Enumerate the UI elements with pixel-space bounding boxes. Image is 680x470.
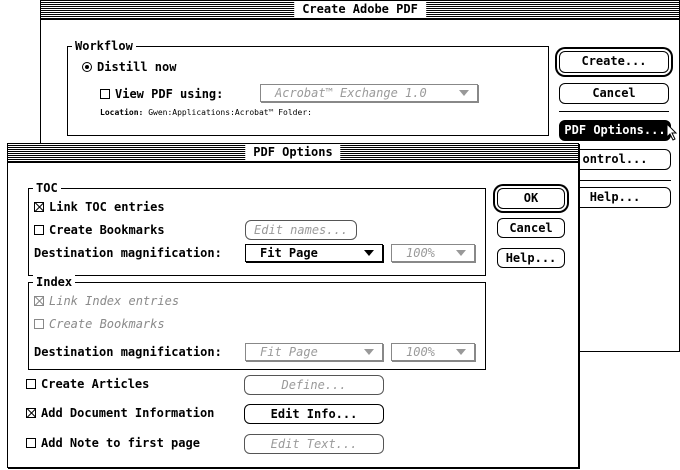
toc-legend: TOC xyxy=(33,180,61,196)
pdf-options-dialog: PDF Options TOC Link TOC entries Create … xyxy=(7,143,579,468)
index-zoom-select[interactable]: 100% xyxy=(391,343,475,361)
distill-now-radio[interactable]: Distill now xyxy=(82,59,176,75)
add-note-checkbox[interactable]: Add Note to first page xyxy=(26,435,200,451)
index-legend: Index xyxy=(33,274,76,290)
edit-names-button[interactable]: Edit names... xyxy=(245,220,357,240)
radio-icon xyxy=(82,62,92,72)
create-button[interactable]: Create... xyxy=(559,51,669,73)
chevron-down-icon xyxy=(364,250,374,256)
toc-zoom-value: 100% xyxy=(406,246,435,260)
toc-dest-select[interactable]: Fit Page xyxy=(245,244,383,262)
view-app-value: Acrobat™ Exchange 1.0 xyxy=(275,86,427,100)
checkbox-icon xyxy=(34,319,44,329)
index-bookmarks-label: Create Bookmarks xyxy=(49,317,165,331)
location-label: Location: xyxy=(100,108,144,117)
create-articles-label: Create Articles xyxy=(41,377,150,391)
view-app-select[interactable]: Acrobat™ Exchange 1.0 xyxy=(260,84,478,102)
toc-group: TOC Link TOC entries Create Bookmarks Ed… xyxy=(28,180,486,276)
view-pdf-label: View PDF using: xyxy=(115,87,224,101)
help-button[interactable]: Help... xyxy=(497,248,565,268)
edit-info-button[interactable]: Edit Info... xyxy=(244,404,384,424)
create-articles-checkbox[interactable]: Create Articles xyxy=(26,376,149,392)
chevron-down-icon xyxy=(459,90,469,96)
link-toc-label: Link TOC entries xyxy=(49,200,165,214)
link-index-checkbox[interactable]: Link Index entries xyxy=(34,293,179,309)
index-group: Index Link Index entries Create Bookmark… xyxy=(28,274,486,370)
create-pdf-title: Create Adobe PDF xyxy=(294,2,426,17)
add-note-label: Add Note to first page xyxy=(41,436,200,450)
chevron-down-icon xyxy=(456,250,466,256)
link-index-label: Link Index entries xyxy=(49,294,180,308)
edit-text-button[interactable]: Edit Text... xyxy=(244,434,384,454)
pdf-options-button[interactable]: PDF Options... xyxy=(559,120,671,141)
workflow-group: Workflow Distill now View PDF using: Acr… xyxy=(67,38,549,136)
button-separator xyxy=(559,111,669,112)
location-line: Location: Gwen:Applications:Acrobat™ Fol… xyxy=(100,105,312,121)
pdf-options-title: PDF Options xyxy=(245,145,341,160)
index-dest-select[interactable]: Fit Page xyxy=(245,343,383,361)
toc-dest-label: Destination magnification: xyxy=(34,246,222,260)
index-bookmarks-checkbox[interactable]: Create Bookmarks xyxy=(34,316,165,332)
pdf-options-titlebar[interactable]: PDF Options xyxy=(8,144,578,163)
chevron-down-icon xyxy=(456,349,466,355)
define-button[interactable]: Define... xyxy=(244,375,384,395)
add-doc-info-checkbox[interactable]: Add Document Information xyxy=(26,405,214,421)
link-toc-checkbox[interactable]: Link TOC entries xyxy=(34,199,165,215)
create-pdf-titlebar[interactable]: Create Adobe PDF xyxy=(41,1,679,20)
cursor-icon xyxy=(666,123,678,141)
toc-dest-value: Fit Page xyxy=(260,246,318,260)
add-doc-info-label: Add Document Information xyxy=(41,406,215,420)
index-dest-value: Fit Page xyxy=(260,345,318,359)
toc-bookmarks-label: Create Bookmarks xyxy=(49,223,165,237)
checkbox-icon xyxy=(34,225,44,235)
toc-bookmarks-checkbox[interactable]: Create Bookmarks xyxy=(34,222,165,238)
index-zoom-value: 100% xyxy=(406,345,435,359)
checkbox-icon xyxy=(26,438,36,448)
location-value: Gwen:Applications:Acrobat™ Folder: xyxy=(148,108,312,117)
workflow-legend: Workflow xyxy=(72,38,136,54)
ok-button[interactable]: OK xyxy=(497,188,565,209)
chevron-down-icon xyxy=(364,349,374,355)
toc-zoom-select[interactable]: 100% xyxy=(391,244,475,262)
checkbox-icon xyxy=(26,379,36,389)
checkbox-icon xyxy=(100,89,110,99)
checkbox-icon xyxy=(34,296,44,306)
distill-now-label: Distill now xyxy=(97,60,177,74)
create-cancel-button[interactable]: Cancel xyxy=(559,83,669,104)
index-dest-label: Destination magnification: xyxy=(34,345,222,359)
cancel-button[interactable]: Cancel xyxy=(497,218,565,238)
view-pdf-checkbox[interactable]: View PDF using: xyxy=(100,86,223,102)
checkbox-icon xyxy=(34,202,44,212)
checkbox-icon xyxy=(26,408,36,418)
